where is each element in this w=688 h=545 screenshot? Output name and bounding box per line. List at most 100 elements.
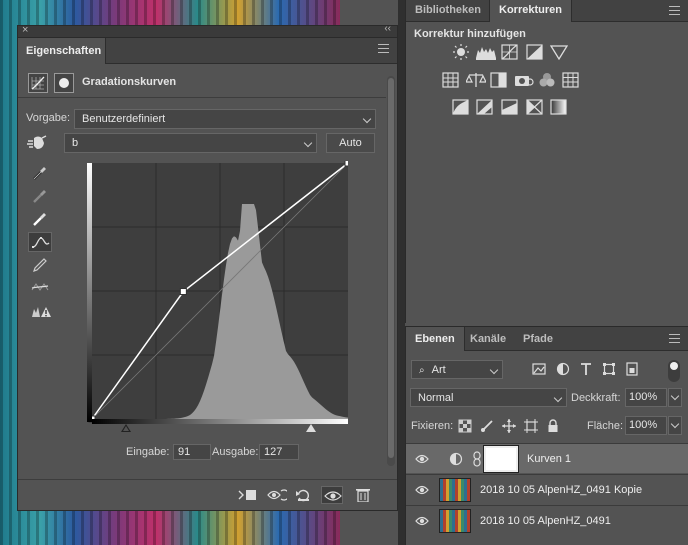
curve-control-point[interactable] xyxy=(179,288,187,296)
panel-menu-icon[interactable] xyxy=(669,6,680,15)
tab-libraries[interactable]: Bibliotheken xyxy=(406,0,490,22)
gray-point-eyedropper[interactable] xyxy=(28,186,52,206)
move-icon[interactable] xyxy=(502,419,516,433)
filter-smart-object-icon[interactable] xyxy=(625,362,639,376)
properties-scrollbar[interactable] xyxy=(387,76,395,466)
panel-menu-icon[interactable] xyxy=(669,334,680,343)
hue-saturation-icon[interactable] xyxy=(442,72,460,88)
preset-value: Benutzerdefiniert xyxy=(82,113,166,125)
filter-value: Art xyxy=(431,364,446,376)
channel-select[interactable]: b xyxy=(64,133,317,153)
add-adjustment-title: Korrektur hinzufügen xyxy=(414,28,526,40)
artboard-lock-icon[interactable] xyxy=(524,419,538,433)
properties-tab-bar: Eigenschaften xyxy=(18,38,397,64)
layer-name[interactable]: 2018 10 05 AlpenHZ_0491 Kopie xyxy=(480,484,642,496)
selective-color-icon[interactable] xyxy=(526,99,544,115)
tab-paths[interactable]: Pfade xyxy=(514,327,562,351)
layer-filter-select[interactable]: ⌕ Art xyxy=(411,360,503,379)
input-value-field[interactable]: 91 xyxy=(173,444,211,460)
view-previous-state-icon[interactable] xyxy=(265,486,287,504)
photo-filter-icon[interactable] xyxy=(514,72,534,88)
tab-layers[interactable]: Ebenen xyxy=(406,327,465,351)
properties-titlebar: × ‹‹ xyxy=(18,23,397,38)
link-chain-icon[interactable] xyxy=(472,451,482,467)
scrollbar-thumb[interactable] xyxy=(388,78,394,458)
fill-input[interactable]: 100% xyxy=(625,416,667,435)
black-point-slider[interactable] xyxy=(121,424,131,432)
layer-row[interactable]: 2018 10 05 AlpenHZ_0491 Kopie xyxy=(406,474,688,504)
pencil-icon[interactable] xyxy=(28,255,52,275)
visibility-eye-icon[interactable] xyxy=(415,453,429,465)
tab-adjustments[interactable]: Korrekturen xyxy=(489,0,572,22)
white-point-slider[interactable] xyxy=(306,424,316,432)
blend-mode-select[interactable]: Normal xyxy=(410,388,567,407)
layer-name[interactable]: Kurven 1 xyxy=(527,453,571,465)
black-white-icon[interactable] xyxy=(490,72,508,88)
filter-toggle[interactable] xyxy=(668,360,680,382)
layer-row[interactable]: Kurven 1 xyxy=(406,443,688,473)
posterize-icon[interactable] xyxy=(476,99,494,115)
smooth-curve-icon[interactable] xyxy=(28,278,52,298)
preset-label: Vorgabe: xyxy=(26,112,71,124)
chevron-down-icon xyxy=(489,365,499,375)
fill-dropdown[interactable] xyxy=(668,416,682,435)
gradient-map-icon[interactable] xyxy=(550,99,568,115)
panel-menu-icon[interactable] xyxy=(378,44,389,53)
opacity-dropdown[interactable] xyxy=(668,388,682,407)
channel-mixer-icon[interactable] xyxy=(538,72,556,88)
layer-row[interactable]: 2018 10 05 AlpenHZ_0491 xyxy=(406,505,688,535)
filter-pixel-icon[interactable] xyxy=(532,362,546,376)
levels-icon[interactable] xyxy=(476,44,496,60)
preset-select[interactable]: Benutzerdefiniert xyxy=(74,109,376,129)
color-balance-icon[interactable] xyxy=(466,72,486,88)
layer-thumbnail[interactable] xyxy=(439,509,471,533)
properties-footer xyxy=(18,479,397,510)
lock-icon[interactable] xyxy=(546,419,560,433)
targeted-adjustment-hand-icon[interactable] xyxy=(26,134,48,152)
lock-label: Fixieren: xyxy=(411,420,454,432)
filter-shape-icon[interactable] xyxy=(602,362,616,376)
properties-panel: × ‹‹ Eigenschaften Gradationskurven Vorg… xyxy=(17,23,398,511)
layer-thumbnail[interactable] xyxy=(439,478,471,502)
vibrance-icon[interactable] xyxy=(550,44,568,60)
reset-icon[interactable] xyxy=(293,486,315,504)
output-label: Ausgabe: xyxy=(212,446,259,458)
filter-type-icon[interactable] xyxy=(579,362,593,376)
white-point-eyedropper[interactable] xyxy=(28,209,52,229)
properties-title: Gradationskurven xyxy=(82,76,177,88)
black-point-eyedropper[interactable] xyxy=(28,163,52,183)
brightness-contrast-icon[interactable] xyxy=(452,44,470,60)
visibility-eye-icon[interactable] xyxy=(415,484,429,496)
curve-control-point[interactable] xyxy=(344,161,348,167)
close-icon[interactable]: × xyxy=(22,24,28,36)
filter-adjustment-icon[interactable] xyxy=(556,362,570,376)
collapse-icon[interactable]: ‹‹ xyxy=(384,23,391,34)
lock-transparent-pixels-icon[interactable] xyxy=(458,419,472,433)
visibility-eye-icon[interactable] xyxy=(415,515,429,527)
clipping-warning-icon[interactable] xyxy=(28,301,52,321)
output-gradient-bar xyxy=(87,163,92,422)
layer-name[interactable]: 2018 10 05 AlpenHZ_0491 xyxy=(480,515,611,527)
output-value-field[interactable]: 127 xyxy=(259,444,299,460)
curves-adjustment-icon[interactable] xyxy=(28,73,48,93)
curve-point-tool[interactable] xyxy=(28,232,52,252)
invert-icon[interactable] xyxy=(452,99,470,115)
properties-header: Gradationskurven xyxy=(18,66,386,98)
trash-icon[interactable] xyxy=(353,486,375,504)
opacity-input[interactable]: 100% xyxy=(625,388,667,407)
threshold-icon[interactable] xyxy=(501,99,519,115)
color-lookup-icon[interactable] xyxy=(562,72,580,88)
auto-button[interactable]: Auto xyxy=(326,133,375,153)
toggle-visibility-icon[interactable] xyxy=(321,486,343,504)
curves-icon[interactable] xyxy=(501,44,519,60)
tab-properties[interactable]: Eigenschaften xyxy=(18,38,106,64)
tab-channels[interactable]: Kanäle xyxy=(461,327,515,351)
exposure-icon[interactable] xyxy=(526,44,544,60)
brush-icon[interactable] xyxy=(480,419,494,433)
layers-panel: Ebenen Kanäle Pfade ⌕ Art Normal Deckkra… xyxy=(405,326,688,545)
chevron-down-icon xyxy=(553,393,563,403)
curves-graph[interactable] xyxy=(86,161,348,425)
layer-mask-icon[interactable] xyxy=(54,73,74,93)
layer-mask-thumbnail[interactable] xyxy=(483,445,519,473)
clip-to-layer-icon[interactable] xyxy=(236,486,258,504)
